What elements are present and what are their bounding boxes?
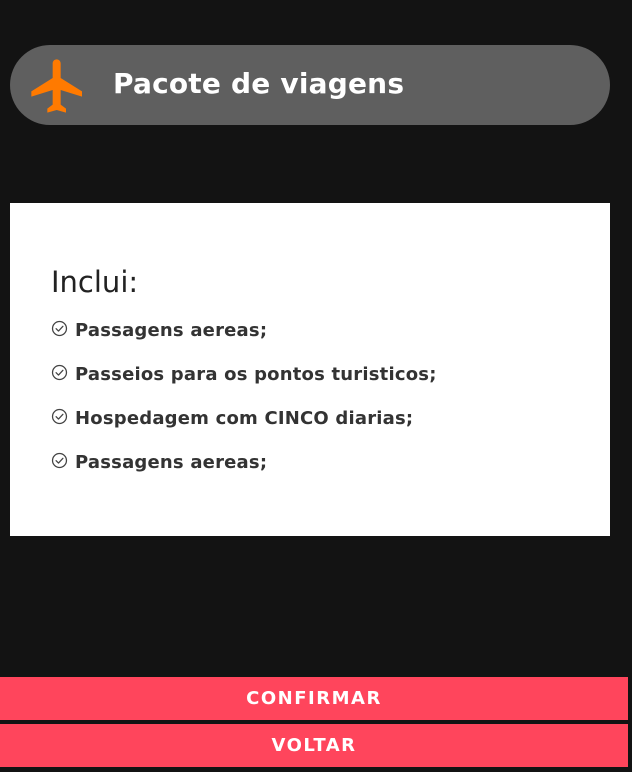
back-button[interactable]: VOLTAR <box>0 724 628 767</box>
check-circle-icon <box>51 408 68 425</box>
check-circle-icon <box>51 452 68 469</box>
package-details-card: Inclui: Passagens aereas; Passeios para … <box>10 203 610 536</box>
list-item-label: Passeios para os pontos turisticos; <box>75 364 437 385</box>
airplane-icon <box>31 59 82 113</box>
list-item-label: Passagens aereas; <box>75 452 268 473</box>
includes-heading: Inclui: <box>51 265 139 299</box>
check-circle-icon <box>51 320 68 337</box>
page-title: Pacote de viagens <box>113 67 405 100</box>
list-item-label: Hospedagem com CINCO diarias; <box>75 408 414 429</box>
check-circle-icon <box>51 364 68 381</box>
list-item-label: Passagens aereas; <box>75 320 268 341</box>
confirm-button[interactable]: CONFIRMAR <box>0 677 628 720</box>
app-header: Pacote de viagens <box>10 45 610 125</box>
